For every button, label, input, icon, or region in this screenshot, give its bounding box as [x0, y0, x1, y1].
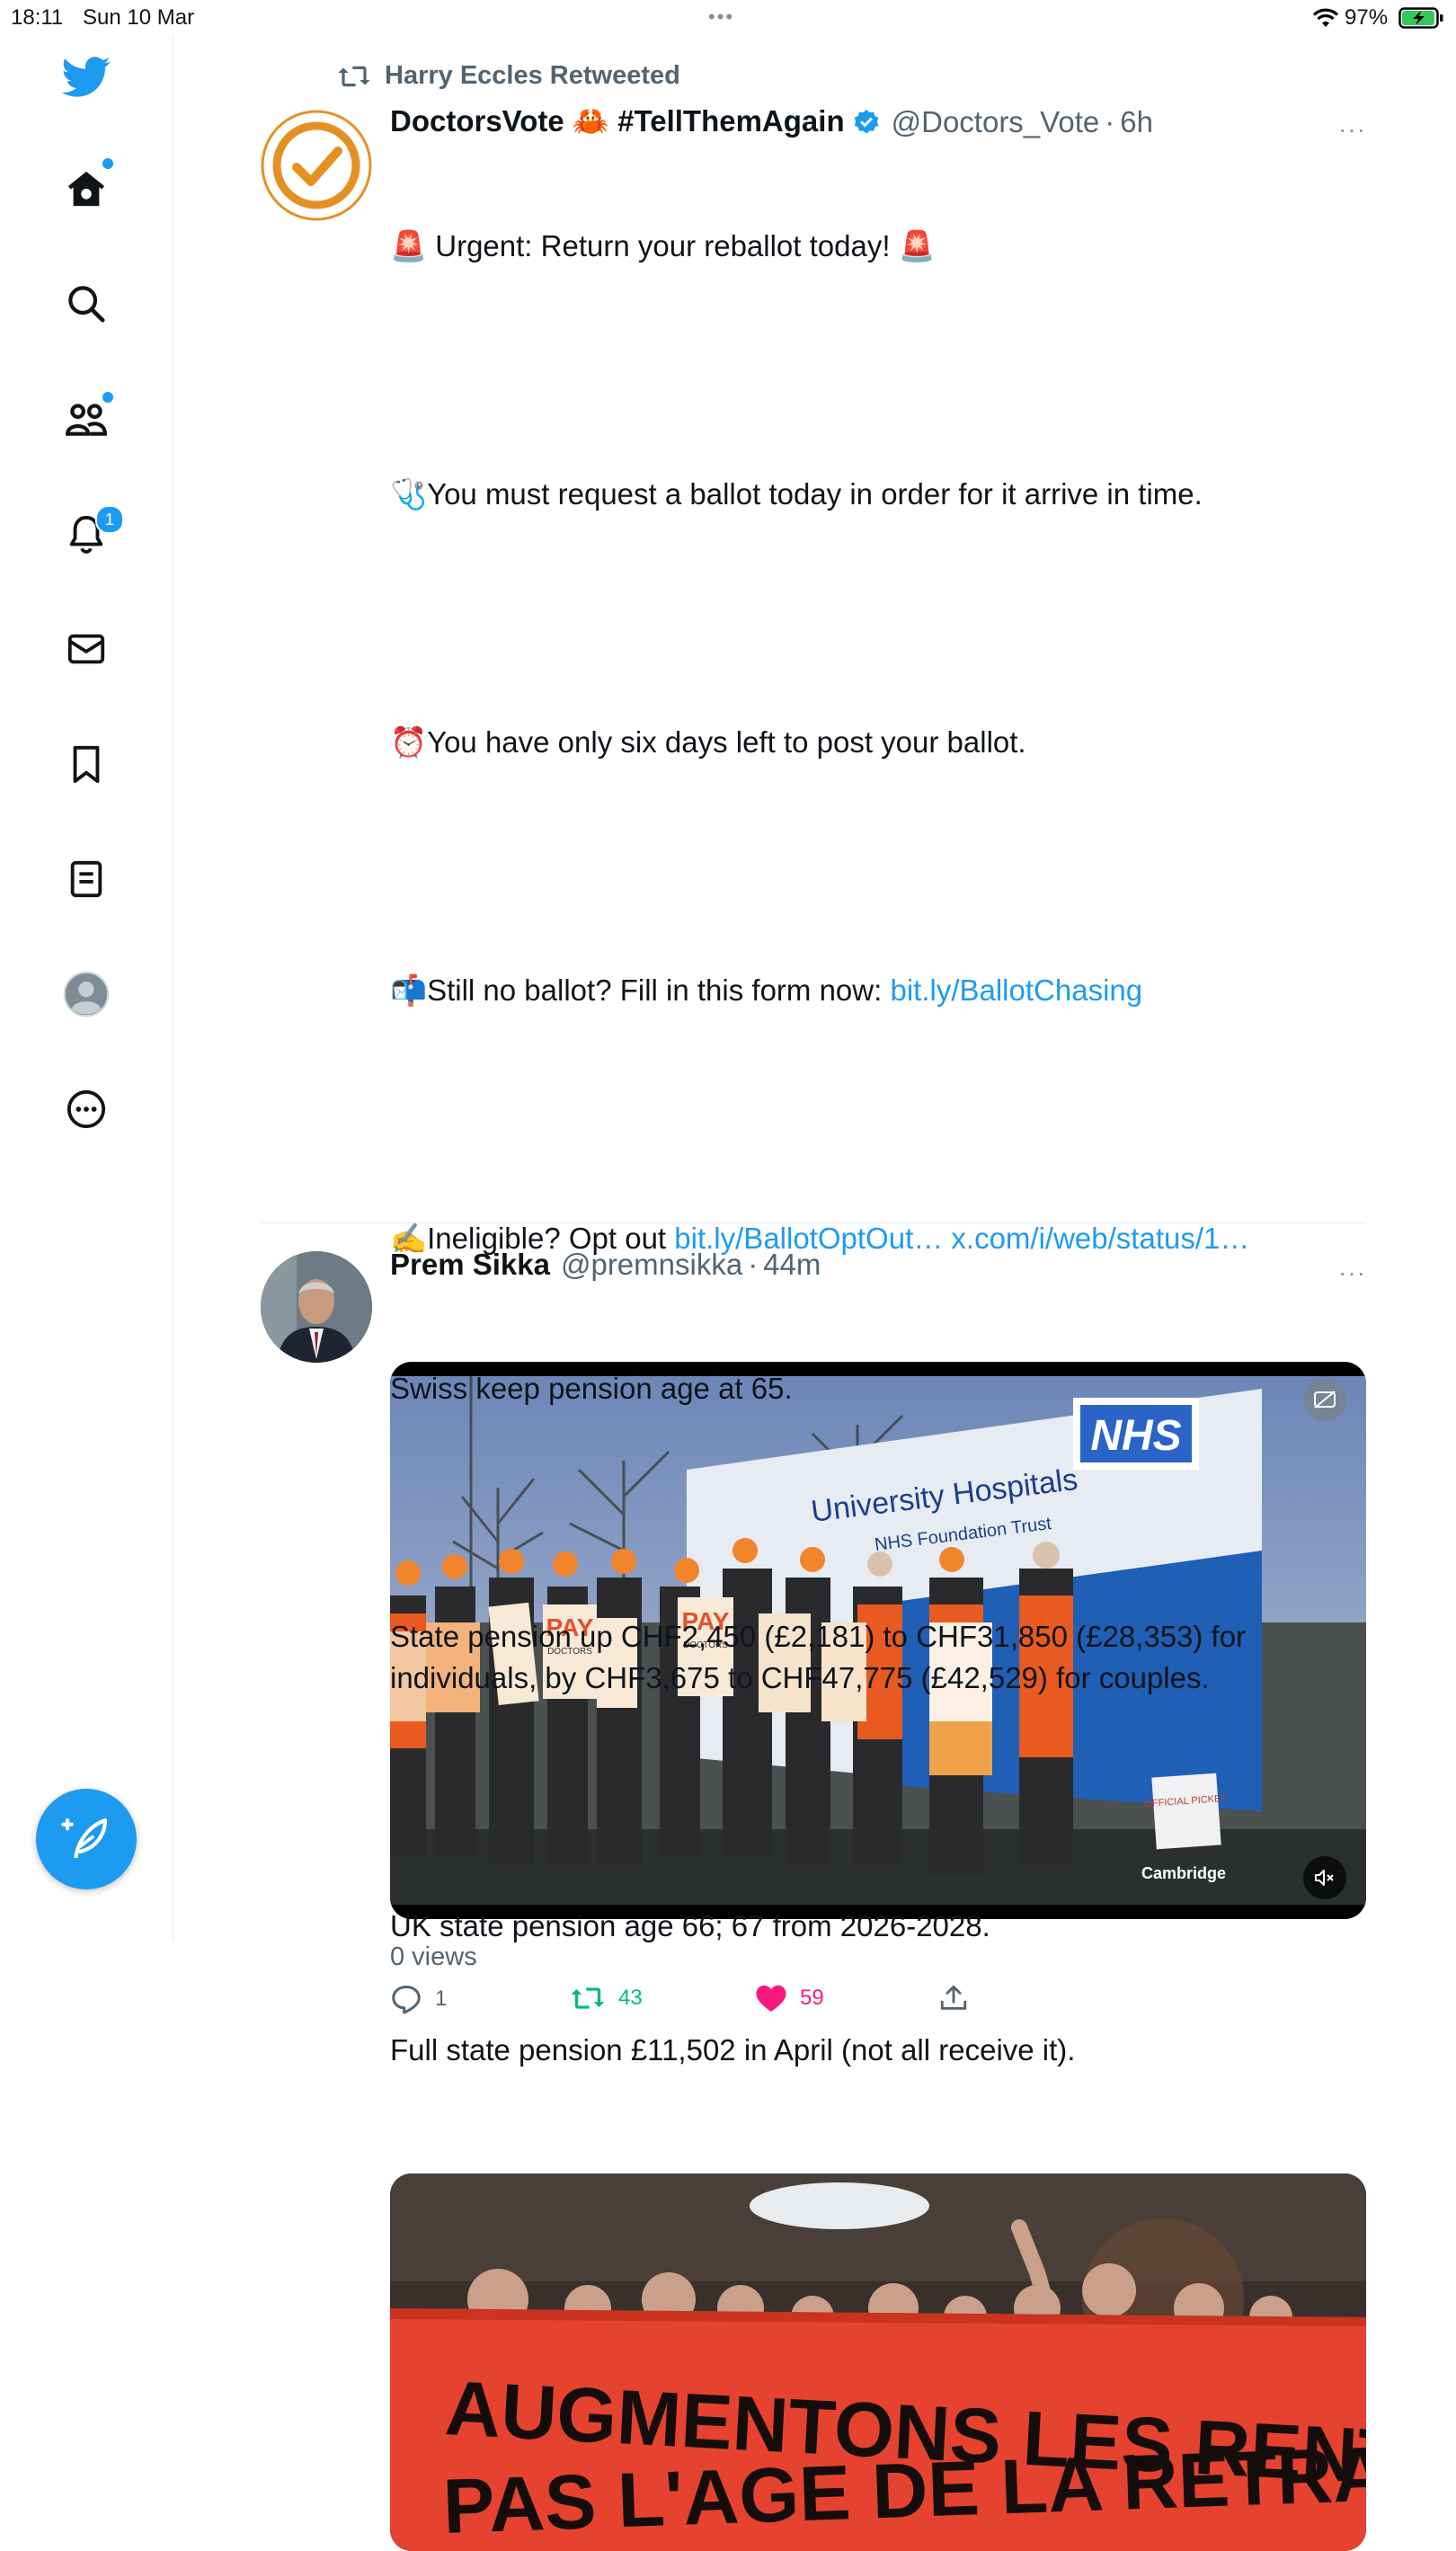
author-handle[interactable]: @Doctors_Vote: [892, 105, 1100, 139]
compose-tweet-button[interactable]: [36, 1789, 137, 1889]
retweeted-by-line: Harry Eccles Retweeted: [336, 61, 680, 91]
bookmark-icon: [73, 745, 100, 784]
tweet-header: DoctorsVote 🦀 #TellThemAgain @Doctors_Vo…: [390, 104, 1366, 139]
tweet-timestamp[interactable]: 44m: [763, 1248, 821, 1282]
more-circle-icon: [67, 1089, 106, 1129]
author-name[interactable]: Prem Sikka: [390, 1248, 550, 1282]
author-handle[interactable]: @premnsikka: [561, 1248, 742, 1282]
nav-notifications[interactable]: 1: [45, 493, 128, 575]
header-separator: ·: [1105, 104, 1115, 138]
battery-percent: 97%: [1345, 5, 1389, 30]
status-time: 18:11: [11, 5, 64, 30]
tweet-line: Swiss keep pension age at 65.: [390, 1372, 793, 1405]
tweet-line: Full state pension £11,502 in April (not…: [390, 2033, 1076, 2067]
header-separator: ·: [748, 1248, 759, 1281]
home-icon: [67, 171, 105, 207]
retweet-icon: [338, 66, 370, 86]
search-icon: [68, 286, 105, 323]
communities-notification-dot: [101, 390, 115, 404]
communities-icon: [66, 404, 107, 436]
retweeted-by-text: Harry Eccles Retweeted: [385, 61, 680, 90]
wifi-icon: [1312, 7, 1339, 35]
tweet-line: 🩺You must request a ballot today in orde…: [390, 477, 1203, 511]
sidebar: 1: [0, 36, 173, 1942]
tweet-line: ⏰You have only six days left to post you…: [390, 725, 1026, 759]
protest-photo: AUGMENTONS LES RENTES PAS L'AGE DE LA RE…: [390, 2173, 1366, 2551]
tweet-line: 📬Still no ballot? Fill in this form now:…: [390, 970, 1366, 1011]
nav-messages[interactable]: [45, 608, 128, 690]
avatar-doctorsvote[interactable]: [261, 110, 372, 221]
status-date: Sun 10 Mar: [83, 5, 195, 30]
tweet-timestamp[interactable]: 6h: [1120, 105, 1153, 139]
tweet-more-icon[interactable]: ···: [1338, 1258, 1366, 1287]
twitter-logo-icon[interactable]: [45, 36, 128, 119]
mail-icon: [67, 634, 105, 664]
tweet-line: UK state pension age 66; 67 from 2026-20…: [390, 1909, 990, 1942]
tweet-line: State pension up CHF2,450 (£2,181) to CH…: [390, 1620, 1255, 1694]
nav-bookmarks[interactable]: [45, 723, 128, 805]
battery-charging-icon: [1398, 7, 1445, 35]
profile-avatar-icon: [63, 971, 110, 1018]
status-bar: 18:11 Sun 10 Mar ••• 97%: [0, 0, 1456, 36]
tweet-divider: [261, 1222, 1366, 1223]
nav-more[interactable]: [45, 1068, 128, 1151]
verified-badge-icon: [854, 109, 878, 134]
tweet-image[interactable]: AUGMENTONS LES RENTES PAS L'AGE DE LA RE…: [390, 2173, 1366, 2551]
list-icon: [70, 860, 102, 898]
ballot-chasing-link[interactable]: bit.ly/BallotChasing: [890, 973, 1142, 1007]
nav-communities[interactable]: [45, 378, 128, 460]
tweet-text: 🚨 Urgent: Return your reballot today! 🚨 …: [390, 143, 1366, 1342]
nav-explore[interactable]: [45, 262, 128, 345]
tweet-line-text: 📬Still no ballot? Fill in this form now:: [390, 973, 891, 1007]
tweet-text: Swiss keep pension age at 65. State pens…: [390, 1285, 1366, 2154]
tweet-line: 🚨 Urgent: Return your reballot today! 🚨: [390, 229, 936, 262]
multitasking-dots-icon[interactable]: •••: [708, 5, 734, 29]
avatar-premsikka[interactable]: [261, 1251, 372, 1363]
tweet-header: Prem Sikka @premnsikka · 44m: [390, 1248, 1366, 1282]
nav-home[interactable]: [45, 147, 128, 230]
compose-feather-icon: [61, 1818, 108, 1859]
author-name[interactable]: DoctorsVote 🦀 #TellThemAgain: [390, 104, 845, 139]
tweet-content: Prem Sikka @premnsikka · 44m ··· Swiss k…: [390, 1248, 1366, 2551]
tweet-more-icon[interactable]: ···: [1338, 115, 1366, 144]
nav-profile[interactable]: [45, 953, 128, 1036]
nav-lists[interactable]: [45, 838, 128, 920]
notifications-count-badge: 1: [95, 505, 124, 534]
home-notification-dot: [101, 156, 115, 171]
